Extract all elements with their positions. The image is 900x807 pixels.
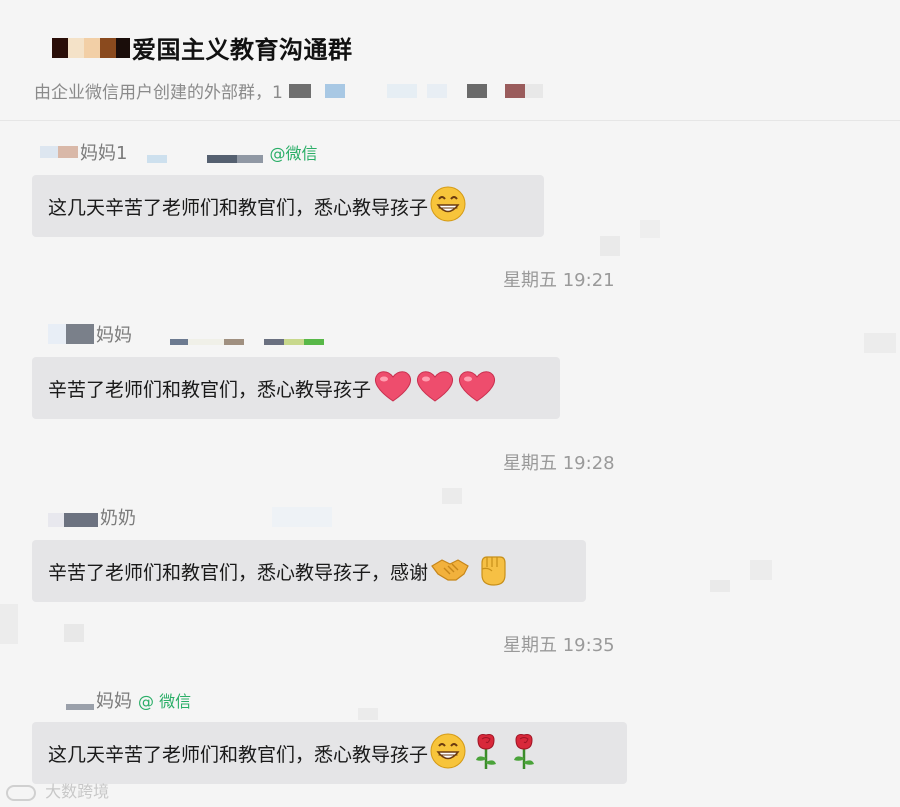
redacted-block bbox=[207, 155, 238, 163]
sender-avatar[interactable] bbox=[64, 513, 98, 527]
message-sender-row: 妈妈 bbox=[32, 322, 330, 346]
handshake-emoji-icon bbox=[430, 552, 470, 591]
redacted-block bbox=[237, 155, 264, 163]
message-bubble[interactable]: 这几天辛苦了老师们和教官们，悉心教导孩子 bbox=[32, 722, 627, 784]
message-text: 辛苦了老师们和教官们，悉心教导孩子，感谢 bbox=[48, 561, 429, 584]
wechat-tag: @微信 bbox=[269, 144, 318, 163]
heart-emoji-icon bbox=[457, 368, 497, 409]
redacted-block bbox=[426, 83, 447, 98]
sender-avatar[interactable] bbox=[66, 704, 94, 710]
sender-avatar[interactable] bbox=[58, 146, 78, 158]
message-sender-row: 奶奶 bbox=[32, 505, 338, 529]
message-bubble[interactable]: 这几天辛苦了老师们和教官们，悉心教导孩子 bbox=[32, 175, 544, 237]
sender-avatar[interactable] bbox=[66, 324, 94, 344]
rose-emoji-icon bbox=[510, 732, 538, 775]
rose-emoji-icon bbox=[472, 732, 500, 775]
redacted-block bbox=[386, 83, 417, 98]
redacted-block bbox=[284, 339, 304, 345]
title-row: 爱国主义教育沟通群 bbox=[52, 30, 353, 65]
redacted-block bbox=[64, 624, 84, 642]
redacted-block bbox=[224, 339, 244, 345]
sender-name[interactable]: 妈妈 bbox=[96, 687, 132, 713]
redacted-block bbox=[147, 155, 168, 163]
sender-avatar[interactable] bbox=[40, 146, 58, 158]
redacted-block bbox=[188, 339, 224, 345]
redacted-block bbox=[442, 488, 462, 504]
redacted-block bbox=[324, 83, 345, 98]
message-text: 这几天辛苦了老师们和教官们，悉心教导孩子 bbox=[48, 743, 429, 766]
wechat-tag: @ 微信 bbox=[138, 692, 192, 711]
group-title[interactable]: 爱国主义教育沟通群 bbox=[132, 30, 353, 65]
redacted-block bbox=[750, 560, 772, 580]
redacted-block bbox=[640, 220, 660, 238]
redacted-block bbox=[304, 339, 324, 345]
redacted-block bbox=[288, 83, 311, 98]
sender-name[interactable]: 妈妈 bbox=[96, 321, 132, 347]
redacted-block bbox=[170, 339, 188, 345]
redacted-block bbox=[466, 83, 487, 98]
redacted-block bbox=[0, 604, 18, 644]
message-sender-row: 妈妈1 @微信 bbox=[32, 140, 317, 164]
grin-emoji-icon bbox=[430, 186, 466, 227]
grin-emoji-icon bbox=[430, 733, 466, 774]
sender-avatar[interactable] bbox=[48, 513, 64, 527]
message-text: 这几天辛苦了老师们和教官们，悉心教导孩子 bbox=[48, 196, 429, 219]
redacted-block bbox=[524, 83, 543, 98]
message-bubble[interactable]: 辛苦了老师们和教官们，悉心教导孩子，感谢 bbox=[32, 540, 586, 602]
message-bubble[interactable]: 辛苦了老师们和教官们，悉心教导孩子 bbox=[32, 357, 560, 419]
redacted-block bbox=[272, 507, 332, 527]
sender-avatar[interactable] bbox=[48, 324, 66, 344]
heart-emoji-icon bbox=[415, 368, 455, 409]
message-text: 辛苦了老师们和教官们，悉心教导孩子 bbox=[48, 378, 372, 401]
redacted-block bbox=[710, 580, 730, 592]
chat-header: 爱国主义教育沟通群 由企业微信用户创建的外部群，1 bbox=[0, 0, 900, 121]
message-sender-row: 妈妈 @ 微信 bbox=[32, 688, 191, 712]
redacted-block bbox=[600, 236, 620, 256]
redacted-block bbox=[504, 83, 525, 98]
fist-emoji-icon bbox=[476, 551, 508, 592]
message-time: 星期五 19:35 bbox=[503, 635, 615, 656]
heart-emoji-icon bbox=[373, 368, 413, 409]
sender-name[interactable]: 奶奶 bbox=[100, 504, 136, 530]
watermark-text: 大数跨境 bbox=[45, 782, 110, 801]
redacted-block bbox=[864, 333, 896, 353]
message-time: 星期五 19:28 bbox=[503, 453, 615, 474]
sender-name[interactable]: 妈妈1 bbox=[80, 139, 127, 165]
redacted-block bbox=[358, 708, 378, 720]
group-avatar[interactable] bbox=[52, 37, 130, 58]
watermark: 大数跨境 bbox=[6, 778, 109, 802]
group-subtitle: 由企业微信用户创建的外部群，1 bbox=[34, 83, 283, 103]
redacted-block bbox=[264, 339, 284, 345]
subtitle-row: 由企业微信用户创建的外部群，1 bbox=[34, 78, 543, 103]
message-time: 星期五 19:21 bbox=[503, 270, 615, 291]
watermark-logo-icon bbox=[6, 784, 36, 801]
